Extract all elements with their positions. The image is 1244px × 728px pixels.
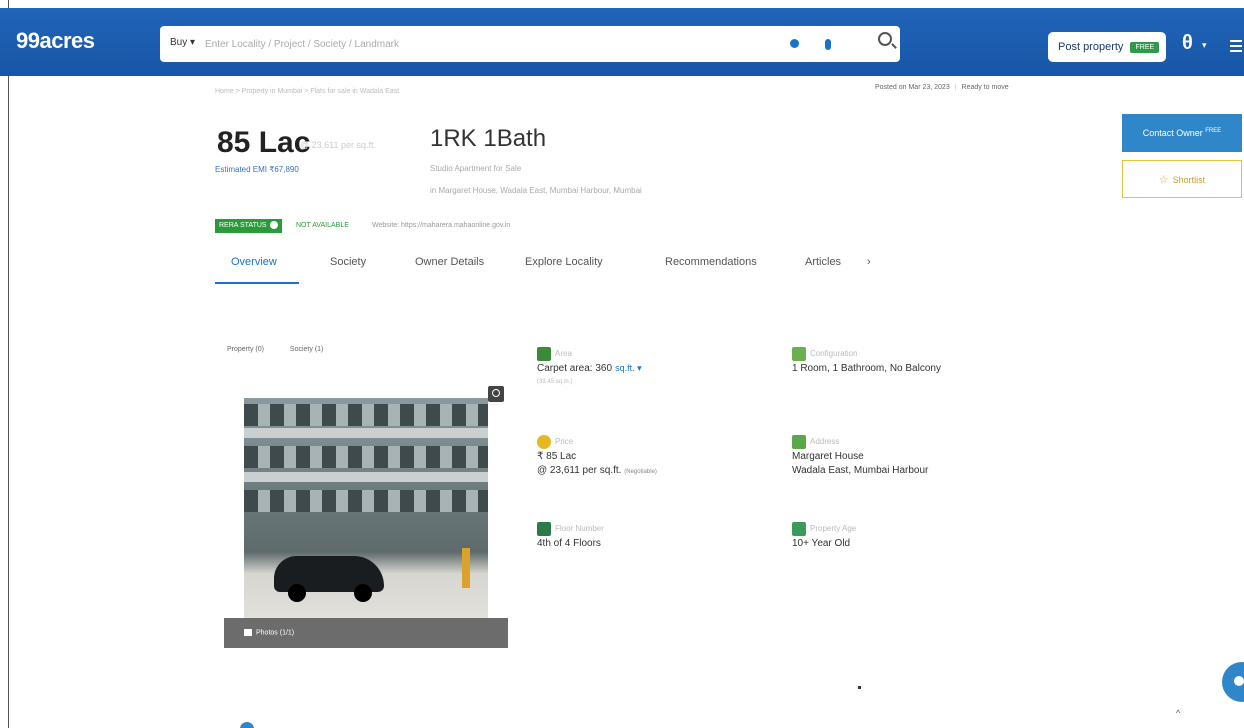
detail-value: ₹ 85 Lac <box>537 451 577 462</box>
hamburger-icon[interactable] <box>1230 40 1242 55</box>
posted-date: Posted on Mar 23, 2023 <box>875 84 950 91</box>
shortlist-label: Shortlist <box>1172 174 1206 185</box>
buy-dropdown[interactable]: Buy ▾ <box>170 37 195 48</box>
shortlist-button[interactable]: ☆ Shortlist <box>1122 160 1242 198</box>
detail-label: Address <box>810 437 840 446</box>
carpet-area-value: Carpet area: 360 <box>537 363 613 374</box>
detail-value-2: Wadala East, Mumbai Harbour <box>792 465 929 476</box>
contact-owner-button[interactable]: Contact Owner FREE <box>1122 114 1242 152</box>
negotiable-note: (Negotiable) <box>624 469 657 475</box>
contact-owner-label: Contact Owner <box>1142 128 1203 138</box>
scroll-up-icon[interactable]: ^ <box>1176 708 1180 718</box>
post-property-label: Post property <box>1058 41 1124 53</box>
top-header: 99acres Buy ▾ Post property FREE θ ▾ <box>0 8 1244 76</box>
free-superscript: FREE <box>1205 128 1222 134</box>
location-icon[interactable] <box>790 39 799 48</box>
detail-label: Configuration <box>810 349 858 358</box>
detail-value: 10+ Year Old <box>792 538 851 549</box>
building-windows <box>244 404 488 426</box>
photo-footer-bar[interactable]: Photos (1/1) <box>224 618 508 648</box>
building-ledge <box>244 472 488 482</box>
detail-tabs: Overview Society Owner Details Explore L… <box>215 252 895 288</box>
photo-tabs: Property (0) Society (1) <box>227 346 347 353</box>
star-icon: ☆ <box>1158 173 1169 186</box>
address-icon <box>792 435 806 449</box>
rera-website-link[interactable]: Website: https://maharera.mahaonline.gov… <box>372 222 510 229</box>
active-tab-indicator <box>215 282 299 284</box>
detail-value: 4th of 4 Floors <box>537 538 601 549</box>
detail-price: Price ₹ 85 Lac @ 23,611 per sq.ft. (Nego… <box>537 435 777 485</box>
detail-configuration: Configuration 1 Room, 1 Bathroom, No Bal… <box>792 347 1032 387</box>
gallery-icon <box>244 629 252 636</box>
building-windows <box>244 490 488 512</box>
price-icon <box>537 435 551 449</box>
price-per-sqft: @ 23,611 per sq.ft. <box>537 465 622 476</box>
detail-address: Address Margaret House Wadala East, Mumb… <box>792 435 1032 485</box>
cursor-mark <box>858 686 861 689</box>
car-wheel <box>354 584 372 602</box>
search-bar: Buy ▾ <box>160 26 900 62</box>
building-windows <box>244 446 488 468</box>
detail-value: Margaret House <box>792 451 864 462</box>
detail-floor: Floor Number 4th of 4 Floors <box>537 522 777 562</box>
possession-status: Ready to move <box>961 84 1009 91</box>
rera-label: RERA STATUS <box>219 222 267 229</box>
tab-articles[interactable]: Articles <box>805 256 841 268</box>
property-photo[interactable] <box>244 398 488 618</box>
configuration-icon <box>792 347 806 361</box>
area-icon <box>537 347 551 361</box>
person-shape <box>462 548 470 588</box>
photo-tab-property[interactable]: Property (0) <box>227 346 264 353</box>
property-address-line: in Margaret House, Wadala East, Mumbai H… <box>430 186 642 195</box>
detail-value: Carpet area: 360 sq.ft. ▾ <box>537 363 642 374</box>
detail-area: Area Carpet area: 360 sq.ft. ▾ (33.45 sq.… <box>537 347 777 397</box>
price-per-sqft-faded: @ 23,611 per sq.ft. <box>300 140 377 150</box>
detail-value: 1 Room, 1 Bathroom, No Balcony <box>792 363 941 374</box>
listing-price: 85 Lac <box>217 126 311 159</box>
detail-label: Floor Number <box>555 524 604 533</box>
property-type: Studio Apartment for Sale <box>430 164 522 173</box>
photo-count-label: Photos (1/1) <box>256 629 295 637</box>
emi-link[interactable]: Estimated EMI ₹67,890 <box>215 165 299 174</box>
search-input[interactable] <box>205 34 765 54</box>
site-logo[interactable]: 99acres <box>16 28 95 54</box>
search-icon[interactable] <box>878 32 892 46</box>
tab-explore-locality[interactable]: Explore Locality <box>525 256 603 268</box>
property-age-icon <box>792 522 806 536</box>
tab-recommendations[interactable]: Recommendations <box>665 256 757 268</box>
floor-icon <box>537 522 551 536</box>
user-icon[interactable]: θ <box>1182 32 1193 55</box>
microphone-icon[interactable] <box>825 39 831 50</box>
photo-tab-society[interactable]: Society (1) <box>290 346 323 353</box>
breadcrumb[interactable]: Home > Property in Mumbai > Flats for sa… <box>215 88 399 95</box>
tab-society[interactable]: Society <box>330 256 366 268</box>
tab-owner-details[interactable]: Owner Details <box>415 256 484 268</box>
zoom-icon[interactable] <box>488 386 504 402</box>
unit-dropdown[interactable]: sq.ft. ▾ <box>615 363 642 373</box>
post-property-button[interactable]: Post property FREE <box>1048 32 1166 62</box>
detail-subvalue: (33.45 sq.m.) <box>537 379 573 385</box>
detail-label: Area <box>555 349 572 358</box>
free-badge: FREE <box>1130 41 1160 53</box>
config-title: 1RK 1Bath <box>430 125 547 152</box>
detail-label: Price <box>555 437 574 446</box>
photo-count: Photos (1/1) <box>244 629 294 636</box>
car-wheel <box>288 584 306 602</box>
chevron-right-icon[interactable]: › <box>867 256 871 268</box>
detail-value-2: @ 23,611 per sq.ft. (Negotiable) <box>537 465 657 476</box>
info-icon[interactable] <box>269 221 278 230</box>
chevron-down-icon[interactable]: ▾ <box>1202 40 1207 51</box>
rera-status-badge: RERA STATUS <box>215 219 282 233</box>
building-ledge <box>244 428 488 438</box>
posted-info: Posted on Mar 23, 2023 | Ready to move <box>875 84 1009 91</box>
rera-not-available: NOT AVAILABLE <box>296 222 349 229</box>
tab-overview[interactable]: Overview <box>231 256 277 268</box>
detail-label: Property Age <box>810 524 857 533</box>
detail-property-age: Property Age 10+ Year Old <box>792 522 1032 562</box>
